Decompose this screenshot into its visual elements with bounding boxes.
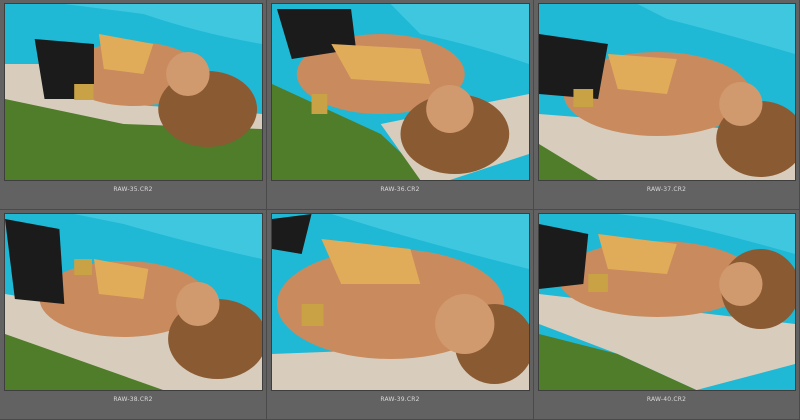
photo-thumbnail[interactable]: [5, 214, 262, 390]
photo-cell[interactable]: RAW-40.CR2: [534, 210, 800, 420]
photo-cell[interactable]: RAW-35.CR2: [0, 0, 267, 210]
photo-cell[interactable]: RAW-36.CR2: [267, 0, 534, 210]
photo-grid: RAW-35.CR2 RAW-36.CR2 RAW-37.CR2 RAW-38.…: [0, 0, 800, 420]
photo-filename: RAW-39.CR2: [380, 396, 420, 403]
photo-thumbnail[interactable]: [539, 214, 795, 390]
photo-cell[interactable]: RAW-37.CR2: [534, 0, 800, 210]
photo-filename: RAW-37.CR2: [646, 186, 687, 193]
photo-filename: RAW-40.CR2: [646, 396, 687, 403]
photo-cell[interactable]: RAW-39.CR2: [267, 210, 534, 420]
photo-cell[interactable]: RAW-38.CR2: [0, 210, 267, 420]
photo-filename: RAW-38.CR2: [113, 396, 153, 403]
photo-filename: RAW-35.CR2: [113, 186, 153, 193]
photo-thumbnail[interactable]: [272, 214, 529, 390]
photo-thumbnail[interactable]: [5, 4, 262, 180]
photo-thumbnail[interactable]: [539, 4, 795, 180]
photo-thumbnail[interactable]: [272, 4, 529, 180]
photo-filename: RAW-36.CR2: [380, 186, 420, 193]
